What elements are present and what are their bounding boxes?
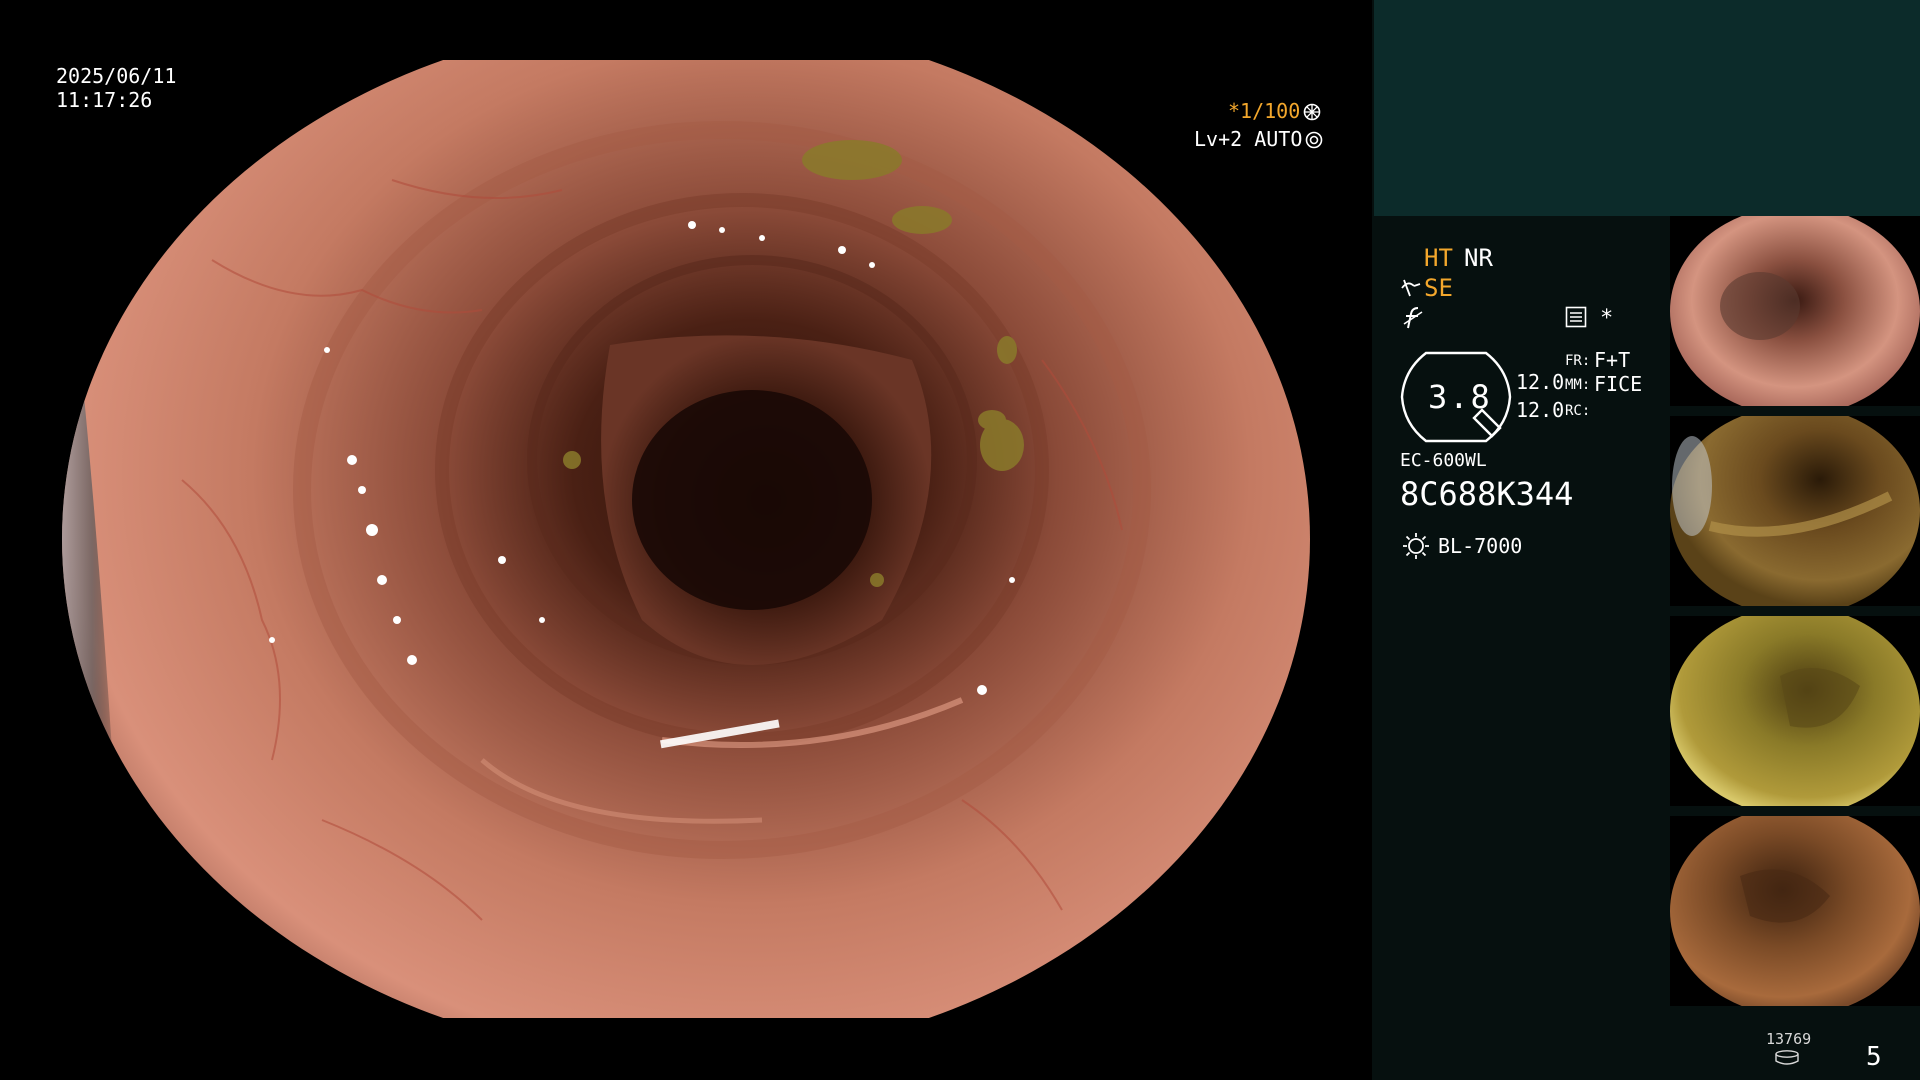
endoscopic-image [62,60,1310,1018]
rc-label: RC: [1565,403,1591,419]
zoom-value: 3.8 [1428,378,1492,416]
shutter-prefix: * [1228,99,1241,123]
panel-header-area [1374,0,1920,216]
shutter-icon [1303,103,1321,121]
menu-icon [1565,306,1587,328]
f-icon [1403,307,1423,329]
parameter-value-1: 12.0 [1516,370,1565,394]
fr-value: F+T [1594,348,1631,372]
endoscope-view: 2025/06/11 11:17:26 *1/100 Lv+2 AUTO [0,0,1372,1080]
thumbnail-4[interactable] [1670,816,1920,1006]
page-number: 5 [1866,1042,1882,1072]
light-source-icon [1403,533,1429,559]
thumbnail-1[interactable] [1670,216,1920,406]
storage-icon [1775,1050,1799,1065]
auto-icon [1306,131,1323,149]
capture-time: 11:17:26 [56,88,153,112]
star-indicator: * [1600,306,1614,331]
stored-image-count: 13769 [1766,1030,1812,1048]
scope-serial-number: 8C688K344 [1400,475,1574,513]
level-text: Lv+2 AUTO [1194,127,1303,151]
se-icon [1401,279,1421,297]
shutter-readout: *1/100 [1228,99,1321,123]
parameter-value-2: 12.0 [1516,398,1565,422]
se-indicator: SE [1424,274,1453,302]
thumbnail-2[interactable] [1670,416,1920,606]
mm-value: FICE [1594,372,1643,396]
info-side-panel: HT NR SE * 3.8 12.0 12.0 FR: F+T MM: FIC… [1372,0,1920,1080]
brightness-level-readout: Lv+2 AUTO [1194,127,1323,151]
thumbnail-3[interactable] [1670,616,1920,806]
ht-indicator: HT [1424,244,1453,272]
mm-label: MM: [1565,377,1591,393]
thumbnail-strip [1670,216,1920,1016]
fr-label: FR: [1565,353,1591,369]
shutter-value: 1/100 [1240,99,1301,123]
scope-model: EC-600WL [1400,450,1487,471]
nr-indicator: NR [1464,244,1493,272]
light-source-model: BL-7000 [1438,534,1523,558]
capture-date: 2025/06/11 [56,64,177,88]
